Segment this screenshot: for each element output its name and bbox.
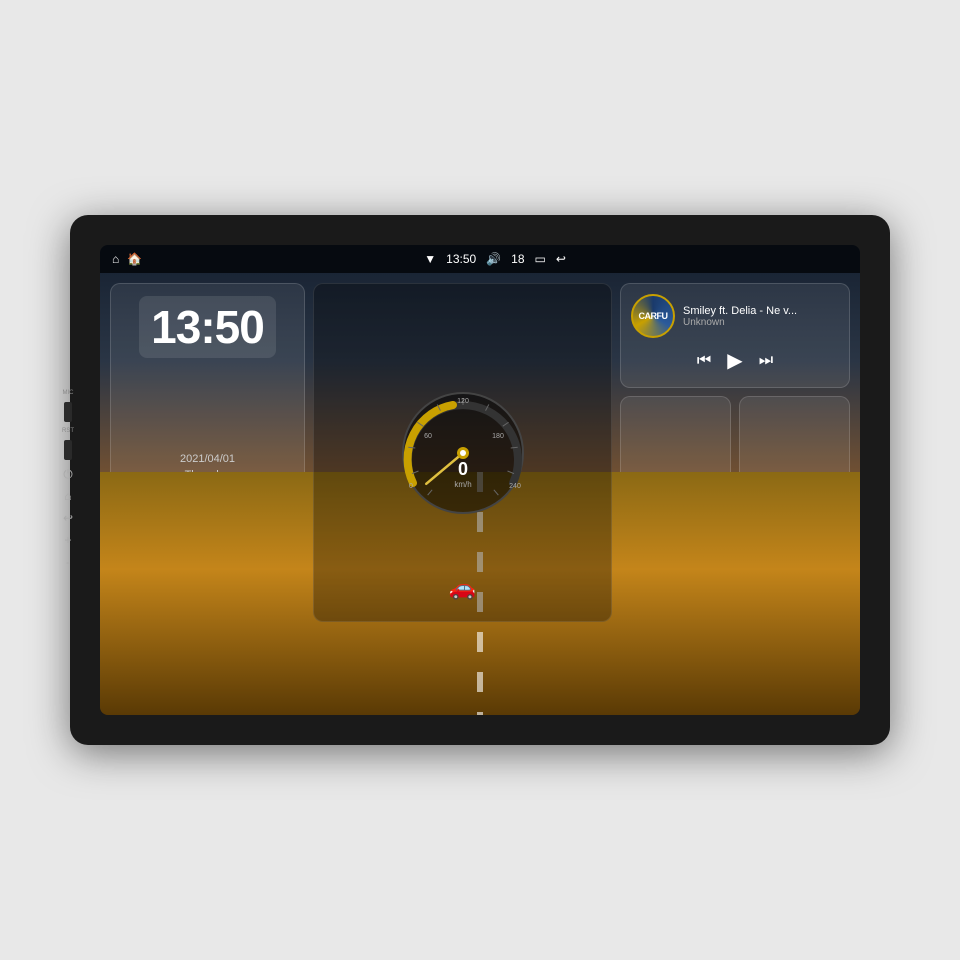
- music-panel[interactable]: CARFU Smiley ft. Delia - Ne v... Unknown…: [620, 283, 850, 388]
- wifi-icon: ▼: [424, 252, 436, 266]
- car-icon: 🚗: [449, 575, 476, 601]
- back-status-icon: ↩: [556, 252, 566, 266]
- main-content: 13:50 2021/04/01 Thursday ⛅: [100, 273, 860, 715]
- back-side-icon[interactable]: ↩: [63, 510, 73, 526]
- music-controls: ⏮ ▶ ⏭: [631, 344, 839, 377]
- mic-label: MIC: [63, 390, 74, 396]
- prev-button[interactable]: ⏮: [697, 352, 711, 370]
- svg-text:120: 120: [457, 398, 469, 405]
- power-icon[interactable]: ⏻: [63, 466, 73, 482]
- volume-icon: 🔊: [486, 252, 501, 266]
- car-stereo-device: MIC RST ⏻ ⌂ ↩ + - ⌂ 🏠 ▼ 13:50 🔊 18 ▭ ↩: [70, 215, 890, 745]
- clock-time: 13:50: [139, 296, 276, 358]
- play-button[interactable]: ▶: [727, 348, 742, 373]
- album-text: CARFU: [639, 311, 668, 321]
- album-art: CARFU: [631, 294, 675, 338]
- status-time: 13:50: [446, 252, 476, 266]
- svg-text:0: 0: [457, 459, 467, 479]
- vol-down-icon[interactable]: -: [66, 554, 70, 570]
- side-controls: MIC RST ⏻ ⌂ ↩ + -: [62, 390, 74, 570]
- nav-home-icon[interactable]: 🏠: [127, 252, 142, 266]
- music-artist: Unknown: [683, 317, 839, 328]
- home-icon[interactable]: ⌂: [112, 252, 119, 266]
- vol-up-icon[interactable]: +: [64, 532, 71, 548]
- status-left: ⌂ 🏠: [112, 252, 142, 266]
- rst-button[interactable]: [64, 440, 72, 460]
- music-top: CARFU Smiley ft. Delia - Ne v... Unknown: [631, 294, 839, 338]
- music-title: Smiley ft. Delia - Ne v...: [683, 305, 839, 317]
- svg-text:180: 180: [492, 433, 504, 440]
- svg-text:60: 60: [424, 433, 432, 440]
- speedometer-panel[interactable]: 0 60 120 180 240 0 km/h: [313, 283, 612, 622]
- volume-level: 18: [511, 252, 524, 266]
- music-info: Smiley ft. Delia - Ne v... Unknown: [683, 305, 839, 328]
- screen: ⌂ 🏠 ▼ 13:50 🔊 18 ▭ ↩: [100, 245, 860, 715]
- svg-text:240: 240: [509, 483, 521, 490]
- mic-button[interactable]: [64, 402, 72, 422]
- next-button[interactable]: ⏭: [759, 352, 773, 370]
- window-icon: ▭: [535, 252, 546, 266]
- speedometer-gauge: 0 60 120 180 240 0 km/h: [393, 383, 533, 523]
- svg-text:0: 0: [409, 483, 413, 490]
- home-side-icon[interactable]: ⌂: [64, 488, 71, 504]
- rst-label: RST: [62, 428, 74, 434]
- status-bar: ⌂ 🏠 ▼ 13:50 🔊 18 ▭ ↩: [100, 245, 860, 273]
- date-value: 2021/04/01: [180, 451, 235, 468]
- status-center: ▼ 13:50 🔊 18 ▭ ↩: [424, 252, 566, 266]
- svg-text:km/h: km/h: [454, 480, 471, 489]
